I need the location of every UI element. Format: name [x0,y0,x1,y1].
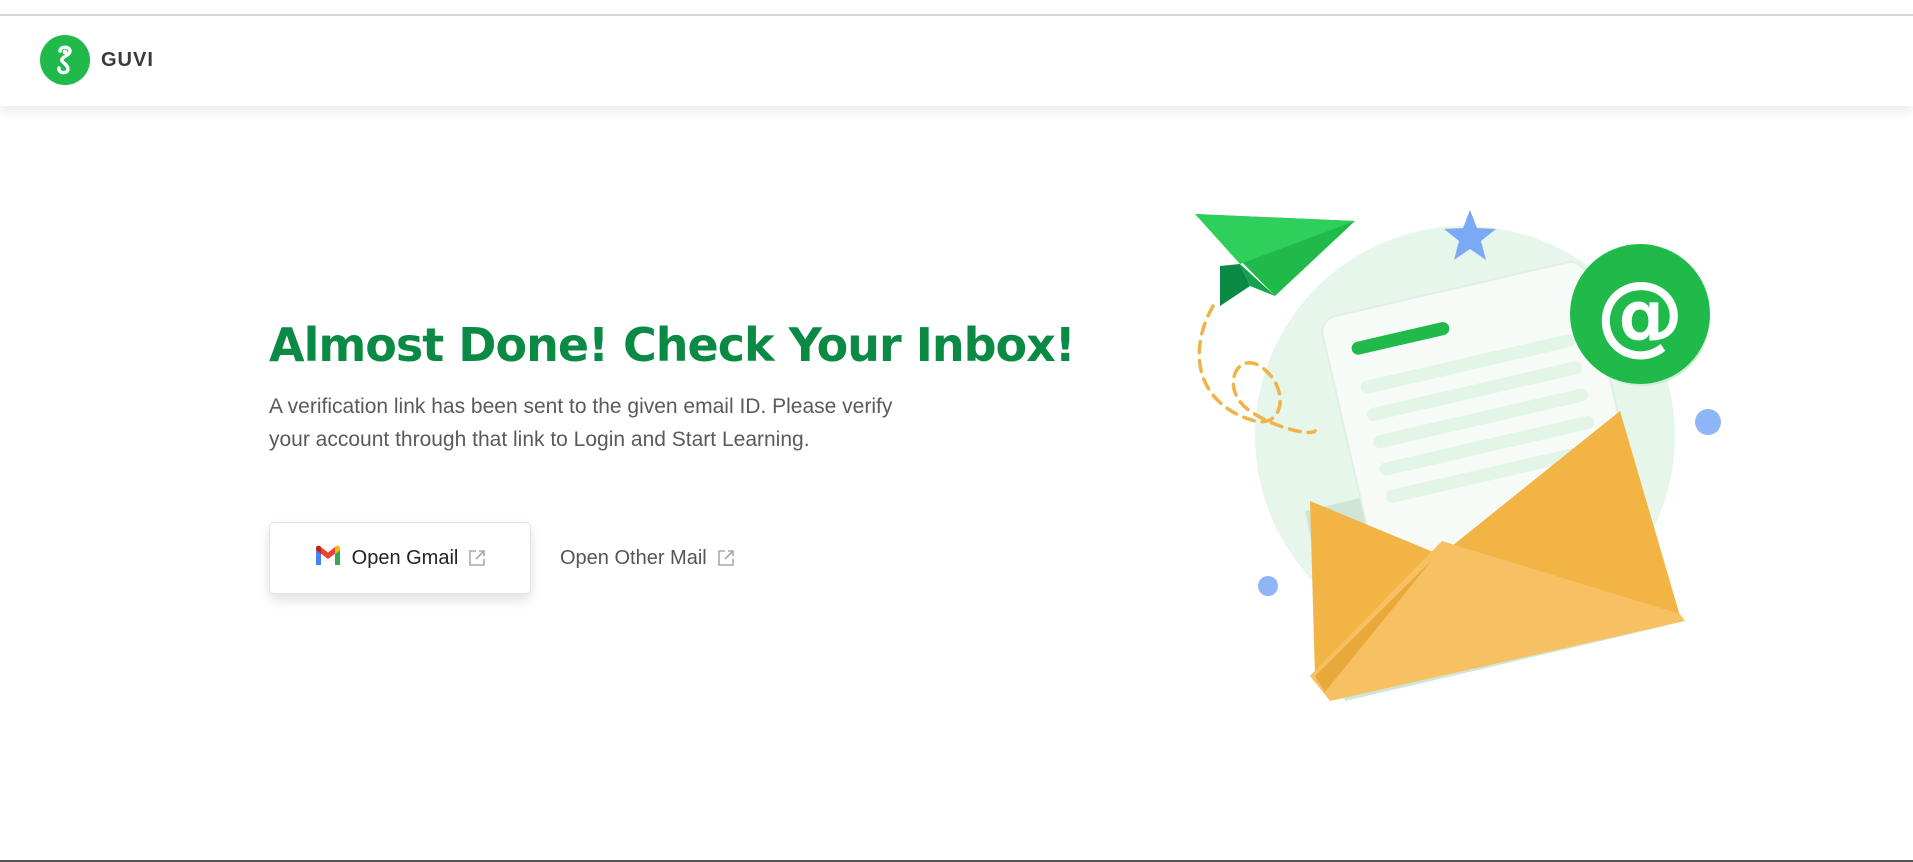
external-link-icon [717,549,735,567]
guvi-logo[interactable]: GUVI [40,35,154,85]
svg-text:@: @ [1596,262,1684,365]
mail-actions: Open Gmail Open Other Mail [269,522,735,594]
site-header: GUVI [0,16,1913,106]
envelope-paper-plane-illustration: @ [1180,196,1740,720]
open-gmail-button[interactable]: Open Gmail [269,522,531,594]
open-other-mail-button[interactable]: Open Other Mail [560,547,735,570]
message-block: Almost Done! Check Your Inbox! A verific… [269,318,1076,456]
brand-name: GUVI [101,48,154,71]
verification-description: A verification link has been sent to the… [269,395,893,451]
external-link-icon [468,549,486,567]
open-gmail-label: Open Gmail [351,546,459,569]
page-title: Almost Done! Check Your Inbox! [269,318,1076,372]
guvi-logo-icon [40,35,90,85]
gmail-icon [314,545,342,571]
open-other-mail-label: Open Other Mail [560,546,707,569]
top-border [0,0,1913,16]
